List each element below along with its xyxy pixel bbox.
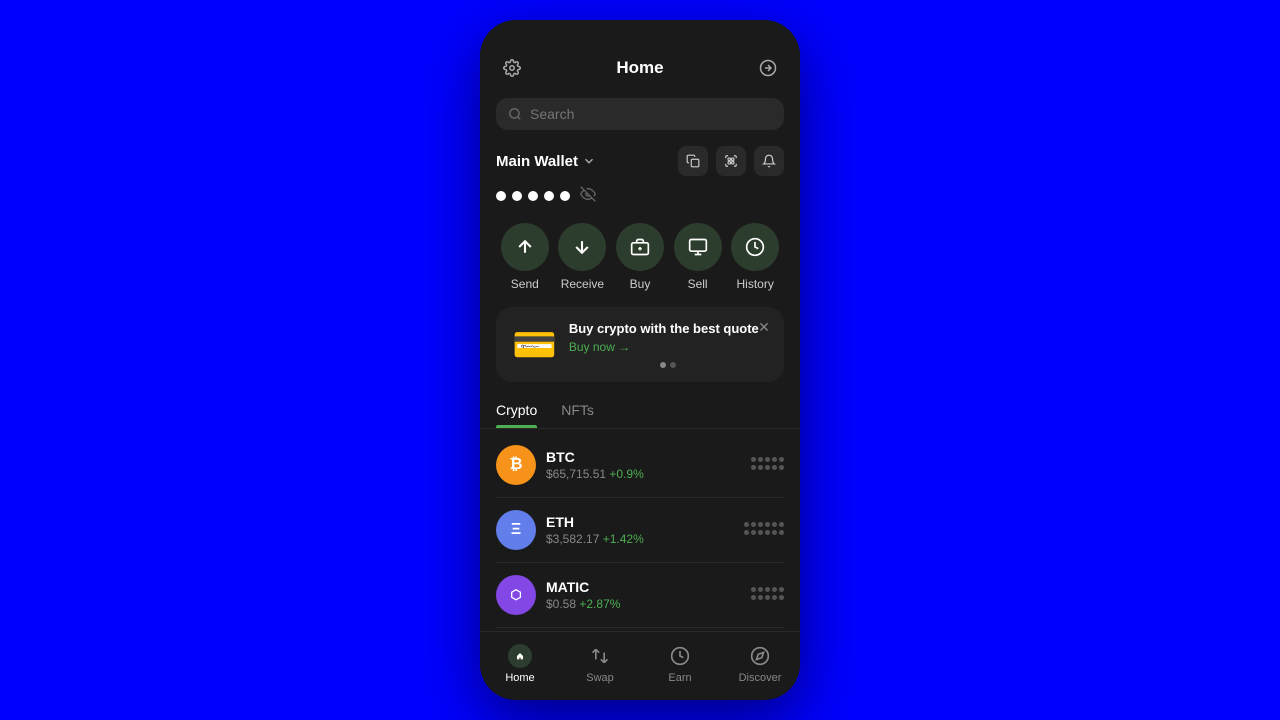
phone-frame: Home Main Wallet [480, 20, 800, 700]
search-bar[interactable] [496, 98, 784, 130]
eth-name: ETH [546, 514, 734, 530]
wallet-row: Main Wallet [480, 136, 800, 182]
sell-icon-circle [674, 223, 722, 271]
bottom-nav: Home Swap Earn Discover [480, 631, 800, 700]
btc-name: BTC [546, 449, 741, 465]
crypto-item-eth[interactable]: Ξ ETH $3,582.17 +1.42% [496, 498, 784, 563]
matic-name: MATIC [546, 579, 741, 595]
receive-icon-circle [558, 223, 606, 271]
matic-value-dots [751, 587, 784, 592]
matic-balance [751, 587, 784, 603]
nav-discover[interactable]: Discover [720, 640, 800, 688]
discover-icon [748, 644, 772, 668]
eth-icon: Ξ [496, 510, 536, 550]
btc-price: $65,715.51 +0.9% [546, 467, 741, 481]
bell-button[interactable] [754, 146, 784, 176]
btc-balance [751, 457, 784, 473]
promo-dot-2 [670, 362, 676, 368]
page-title: Home [616, 58, 663, 78]
eth-fiat-dots [744, 530, 784, 535]
btc-icon: ₿ [496, 445, 536, 485]
matic-fiat-dots [751, 595, 784, 600]
promo-page-dots [569, 362, 768, 368]
nav-earn-label: Earn [668, 672, 691, 684]
dot-4 [544, 191, 554, 201]
dot-3 [528, 191, 538, 201]
sell-button[interactable]: Sell [674, 223, 722, 291]
receive-button[interactable]: Receive [558, 223, 606, 291]
eth-info: ETH $3,582.17 +1.42% [546, 514, 734, 546]
promo-title: Buy crypto with the best quote [569, 321, 768, 336]
promo-illustration: 💳 [512, 327, 557, 363]
btc-info: BTC $65,715.51 +0.9% [546, 449, 741, 481]
nav-discover-label: Discover [739, 672, 782, 684]
earn-icon [668, 644, 692, 668]
search-icon [508, 107, 522, 121]
promo-close-button[interactable]: ✕ [754, 317, 774, 337]
balance-dots [480, 182, 800, 215]
nav-home-label: Home [505, 672, 534, 684]
nav-swap[interactable]: Swap [560, 640, 640, 688]
nav-home[interactable]: Home [480, 640, 560, 688]
wallet-connect-icon[interactable] [752, 52, 784, 84]
eth-price: $3,582.17 +1.42% [546, 532, 734, 546]
receive-label: Receive [561, 277, 604, 291]
buy-label: Buy [630, 277, 651, 291]
crypto-list: ₿ BTC $65,715.51 +0.9% [480, 433, 800, 631]
tab-nfts[interactable]: NFTs [561, 394, 594, 428]
action-buttons: Send Receive Buy Sell History [480, 215, 800, 303]
matic-info: MATIC $0.58 +2.87% [546, 579, 741, 611]
history-label: History [737, 277, 774, 291]
settings-icon[interactable] [496, 52, 528, 84]
btc-value-dots [751, 457, 784, 462]
tab-crypto[interactable]: Crypto [496, 394, 537, 428]
search-input[interactable] [530, 106, 772, 122]
history-icon-circle [731, 223, 779, 271]
scan-button[interactable] [716, 146, 746, 176]
matic-icon: ⬡ [496, 575, 536, 615]
promo-content: Buy crypto with the best quote Buy now → [569, 321, 768, 368]
history-button[interactable]: History [731, 223, 779, 291]
send-label: Send [511, 277, 539, 291]
sell-label: Sell [688, 277, 708, 291]
crypto-item-btc[interactable]: ₿ BTC $65,715.51 +0.9% [496, 433, 784, 498]
home-icon [508, 644, 532, 668]
status-bar [480, 20, 800, 44]
nav-earn[interactable]: Earn [640, 640, 720, 688]
buy-button[interactable]: Buy [616, 223, 664, 291]
dot-2 [512, 191, 522, 201]
wallet-actions [678, 146, 784, 176]
eth-balance [744, 522, 784, 538]
eth-value-dots [744, 522, 784, 527]
top-bar: Home [480, 44, 800, 92]
nav-swap-label: Swap [586, 672, 614, 684]
asset-tabs: Crypto NFTs [480, 394, 800, 429]
send-icon-circle [501, 223, 549, 271]
wallet-name[interactable]: Main Wallet [496, 153, 596, 170]
promo-banner: 💳 Buy crypto with the best quote Buy now… [496, 307, 784, 382]
btc-fiat-dots [751, 465, 784, 470]
promo-buy-link[interactable]: Buy now → [569, 340, 768, 354]
buy-icon-circle [616, 223, 664, 271]
matic-price: $0.58 +2.87% [546, 597, 741, 611]
promo-dot-1 [660, 362, 666, 368]
dot-5 [560, 191, 570, 201]
send-button[interactable]: Send [501, 223, 549, 291]
copy-button[interactable] [678, 146, 708, 176]
crypto-item-matic[interactable]: ⬡ MATIC $0.58 +2.87% [496, 563, 784, 628]
swap-icon [588, 644, 612, 668]
chevron-down-icon [582, 154, 596, 168]
dot-1 [496, 191, 506, 201]
eye-slash-icon[interactable] [580, 186, 596, 205]
